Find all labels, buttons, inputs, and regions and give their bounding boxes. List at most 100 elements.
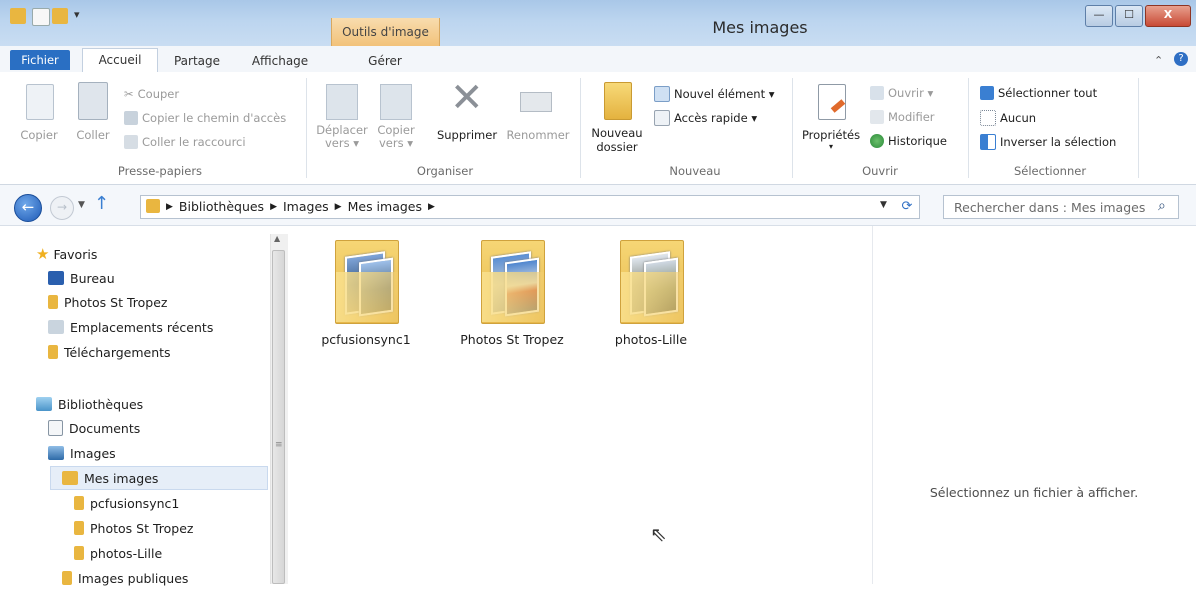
history-label: Historique xyxy=(888,134,947,148)
properties-button[interactable]: Propriétés ▾ xyxy=(800,128,862,151)
invert-selection-button[interactable]: Inverser la sélection xyxy=(980,134,1116,150)
nav-emplacements-recents[interactable]: Emplacements récents xyxy=(48,315,213,339)
nav-mes-images[interactable]: Mes images xyxy=(62,466,158,490)
breadcrumb-separator-icon[interactable]: ▶ xyxy=(428,199,435,215)
folder-name: photos-Lille xyxy=(614,332,688,347)
forward-button[interactable]: → xyxy=(50,196,74,220)
paste-button[interactable]: Coller xyxy=(72,128,114,142)
documents-icon xyxy=(48,420,63,436)
nav-scrollbar-thumb[interactable] xyxy=(272,250,285,584)
nav-pcfusionsync1[interactable]: pcfusionsync1 xyxy=(74,491,179,515)
search-icon[interactable]: ⌕ xyxy=(1158,198,1166,214)
breadcrumb-separator-icon[interactable]: ▶ xyxy=(166,199,173,215)
nav-photos-st-tropez-label: Photos St Tropez xyxy=(64,294,168,310)
copy-icon xyxy=(26,84,54,120)
move-to-button[interactable]: Déplacer vers ▾ xyxy=(314,124,370,150)
edit-icon xyxy=(870,110,884,124)
delete-button[interactable]: Supprimer xyxy=(430,128,504,142)
open-button[interactable]: Ouvrir ▾ xyxy=(870,86,933,100)
pictures-library-icon xyxy=(48,446,64,460)
paste-shortcut-button[interactable]: Coller le raccourci xyxy=(124,135,246,149)
select-none-button[interactable]: Aucun xyxy=(980,110,1036,126)
maximize-button[interactable]: ☐ xyxy=(1115,5,1143,27)
folder-item[interactable]: Photos St Tropez xyxy=(457,236,567,347)
nav-images-publiques[interactable]: Images publiques xyxy=(62,566,188,590)
context-tab-label: Outils d'image xyxy=(342,25,429,39)
collapse-ribbon-icon[interactable]: ⌃ xyxy=(1154,54,1163,67)
scroll-grip-icon: ≡ xyxy=(275,440,283,450)
nav-images-label: Images xyxy=(70,445,116,461)
cut-button[interactable]: ✂ Couper xyxy=(124,87,179,101)
nav-documents[interactable]: Documents xyxy=(48,416,140,440)
copy-button[interactable]: Copier xyxy=(18,128,60,142)
new-item-button[interactable]: Nouvel élément ▾ xyxy=(654,86,775,102)
scissors-icon: ✂ xyxy=(124,87,134,101)
new-folder-button[interactable]: Nouveau dossier xyxy=(586,126,648,154)
folder-item[interactable]: pcfusionsync1 xyxy=(311,236,421,347)
properties-quick-icon[interactable] xyxy=(32,8,50,26)
help-icon[interactable]: ? xyxy=(1174,52,1188,66)
properties-icon xyxy=(818,84,846,120)
recent-locations-dropdown-icon[interactable]: ▼ xyxy=(78,200,85,210)
copy-path-button[interactable]: Copier le chemin d'accès xyxy=(124,111,286,125)
window-title: Mes images xyxy=(712,18,808,37)
breadcrumb-mes-images[interactable]: Mes images xyxy=(348,199,422,215)
rename-button[interactable]: Renommer xyxy=(504,128,572,142)
address-history-dropdown-icon[interactable]: ▼ xyxy=(880,200,887,210)
tab-affichage[interactable]: Affichage xyxy=(244,50,316,72)
ribbon-divider xyxy=(580,78,581,178)
quick-access-button[interactable]: Accès rapide ▾ xyxy=(654,110,757,126)
history-button[interactable]: Historique xyxy=(870,134,947,148)
folder-icon xyxy=(74,546,84,560)
invert-selection-icon xyxy=(980,134,996,150)
history-icon xyxy=(870,134,884,148)
preview-pane xyxy=(872,226,1196,584)
new-folder-label-2: dossier xyxy=(596,140,638,154)
nav-images[interactable]: Images xyxy=(48,441,116,465)
folder-thumbnail-icon xyxy=(331,236,401,326)
new-folder-quick-icon[interactable] xyxy=(52,8,68,24)
tab-gerer[interactable]: Gérer xyxy=(352,50,418,72)
nav-telechargements[interactable]: Téléchargements xyxy=(48,340,171,364)
scroll-up-icon[interactable]: ▲ xyxy=(274,234,280,243)
context-tab-header: Outils d'image xyxy=(331,18,440,46)
tab-fichier[interactable]: Fichier xyxy=(10,50,70,70)
refresh-icon[interactable]: ⟳ xyxy=(896,196,918,218)
nav-photos-lille[interactable]: photos-Lille xyxy=(74,541,162,565)
copy-to-button[interactable]: Copier vers ▾ xyxy=(372,124,420,150)
new-folder-icon xyxy=(604,82,632,120)
qat-dropdown-icon[interactable]: ▾ xyxy=(74,8,80,21)
up-arrow-icon[interactable]: ↑ xyxy=(94,194,109,214)
path-icon xyxy=(124,111,138,125)
folder-icon xyxy=(74,496,84,510)
nav-bureau[interactable]: Bureau xyxy=(48,266,115,290)
recent-places-icon xyxy=(48,320,64,334)
nav-bibliotheques[interactable]: Bibliothèques xyxy=(36,392,143,416)
copy-path-label: Copier le chemin d'accès xyxy=(142,111,287,125)
tab-partage[interactable]: Partage xyxy=(166,50,228,72)
tab-accueil[interactable]: Accueil xyxy=(82,48,158,74)
breadcrumb-bibliotheques[interactable]: Bibliothèques xyxy=(179,199,264,215)
breadcrumb-images[interactable]: Images xyxy=(283,199,329,215)
libraries-icon xyxy=(36,397,52,411)
nav-favoris[interactable]: ★ Favoris xyxy=(36,242,97,266)
folder-icon xyxy=(48,295,58,309)
nav-photos-st-tropez-sub[interactable]: Photos St Tropez xyxy=(74,516,193,540)
group-label-selectionner: Sélectionner xyxy=(1013,164,1087,178)
back-button[interactable]: ← xyxy=(14,194,42,222)
breadcrumb-separator-icon[interactable]: ▶ xyxy=(270,199,277,215)
nav-st-tropez-sub-label: Photos St Tropez xyxy=(90,520,194,536)
breadcrumb-separator-icon[interactable]: ▶ xyxy=(335,199,342,215)
close-button[interactable]: X xyxy=(1145,5,1191,27)
edit-label: Modifier xyxy=(888,110,935,124)
new-item-label: Nouvel élément ▾ xyxy=(674,87,775,101)
folder-item[interactable]: photos-Lille xyxy=(596,236,706,347)
nav-telechargements-label: Téléchargements xyxy=(64,344,171,360)
minimize-button[interactable]: — xyxy=(1085,5,1113,27)
select-all-button[interactable]: Sélectionner tout xyxy=(980,86,1097,100)
quick-access-label: Accès rapide ▾ xyxy=(674,111,758,125)
edit-button[interactable]: Modifier xyxy=(870,110,935,124)
select-all-icon xyxy=(980,86,994,100)
preview-message: Sélectionnez un fichier à afficher. xyxy=(929,485,1139,500)
nav-photos-st-tropez[interactable]: Photos St Tropez xyxy=(48,290,167,314)
